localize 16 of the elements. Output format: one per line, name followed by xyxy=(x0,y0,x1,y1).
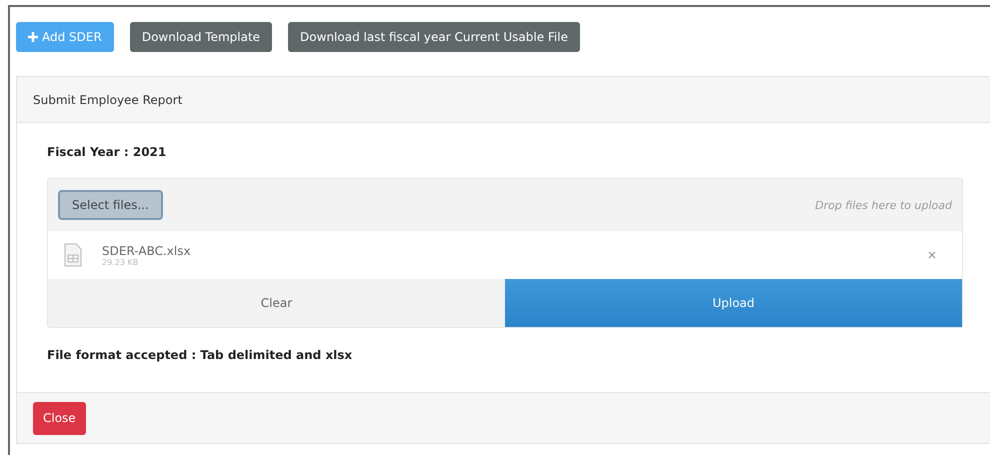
file-name: SDER-ABC.xlsx xyxy=(102,244,192,258)
toolbar-button[interactable]: Add SDER xyxy=(16,22,114,52)
remove-icon[interactable] xyxy=(928,251,936,259)
select-files-button[interactable]: Select files... xyxy=(58,190,163,220)
clear-button[interactable]: Clear xyxy=(48,279,505,327)
upload-button[interactable]: Upload xyxy=(505,279,962,327)
format-note: File format accepted : Tab delimited and xlsx xyxy=(47,348,354,362)
toolbar-button[interactable]: Download Template xyxy=(130,22,272,52)
file-size: 29.23 KB xyxy=(102,258,140,266)
plus-icon xyxy=(28,32,38,42)
drop-hint: Drop files here to upload xyxy=(815,198,952,212)
toolbar-button[interactable]: Download last fiscal year Current Usable File xyxy=(288,22,580,52)
fiscal-year-label: Fiscal Year : 2021 xyxy=(47,145,168,159)
panel-title: Submit Employee Report xyxy=(33,92,182,106)
spreadsheet-file-icon xyxy=(64,243,82,267)
close-button[interactable]: Close xyxy=(33,402,86,434)
